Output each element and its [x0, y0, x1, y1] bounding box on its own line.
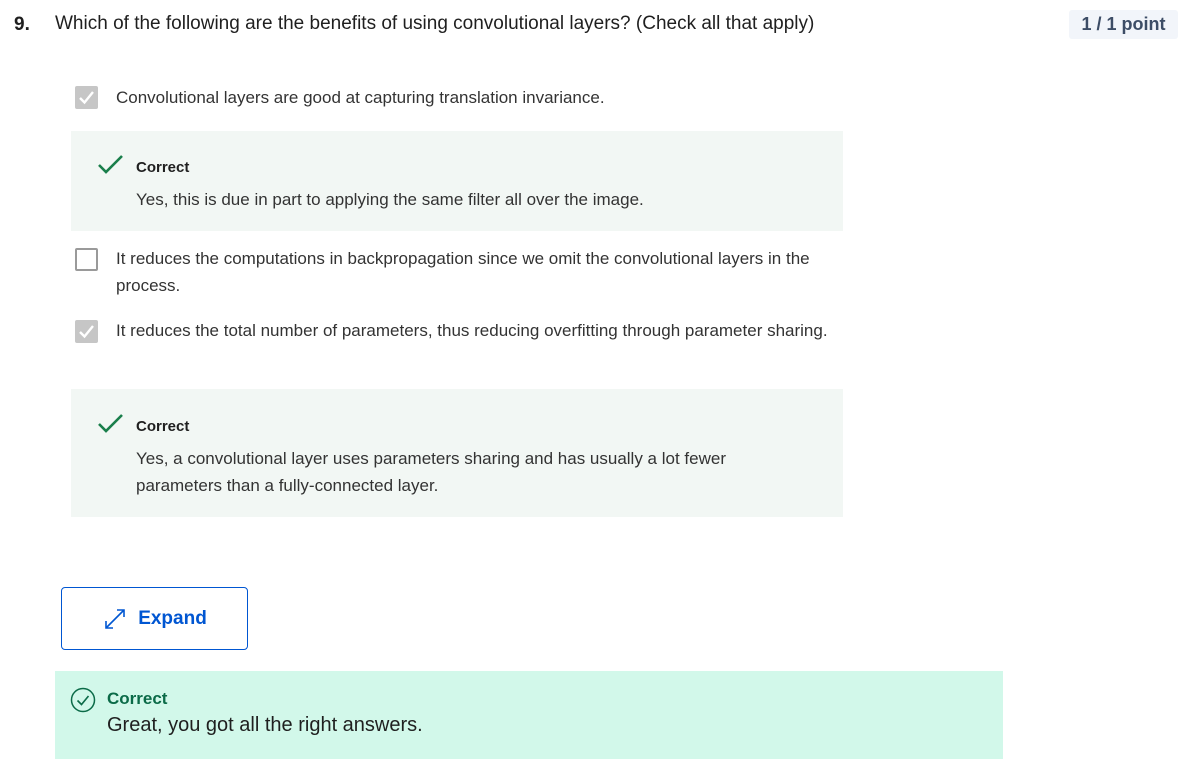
option-3-text: It reduces the total number of parameter… — [116, 321, 828, 340]
expand-label: Expand — [138, 607, 207, 629]
feedback-text: Yes, this is due in part to applying the… — [136, 190, 644, 209]
result-text: Great, you got all the right answers. — [107, 714, 423, 736]
result-label: Correct — [107, 689, 168, 708]
feedback-label: Correct — [136, 418, 190, 435]
option-3-checkbox[interactable] — [75, 320, 98, 343]
feedback-label: Correct — [136, 159, 190, 176]
expand-arrows-icon — [105, 608, 125, 629]
result-banner: Correct Great, you got all the right ans… — [55, 671, 1003, 759]
check-circle-icon — [70, 687, 96, 713]
points-badge: 1 / 1 point — [1069, 10, 1178, 39]
option-1-checkbox[interactable] — [75, 86, 98, 109]
option-1-text: Convolutional layers are good at capturi… — [116, 88, 605, 107]
expand-button[interactable]: Expand — [61, 587, 248, 650]
option-2-checkbox[interactable] — [75, 248, 98, 271]
checkmark-icon — [79, 91, 94, 105]
feedback-text: Yes, a convolutional layer uses paramete… — [136, 449, 726, 495]
feedback-correct: Correct Yes, a convolutional layer uses … — [71, 389, 843, 517]
checkmark-icon — [79, 325, 94, 339]
option-2-text: It reduces the computations in backpropa… — [116, 249, 810, 295]
question-text: Which of the following are the benefits … — [55, 13, 815, 34]
feedback-correct: Correct Yes, this is due in part to appl… — [71, 131, 843, 231]
question-number: 9. — [14, 14, 30, 35]
check-icon — [98, 414, 123, 433]
check-icon — [98, 155, 123, 174]
